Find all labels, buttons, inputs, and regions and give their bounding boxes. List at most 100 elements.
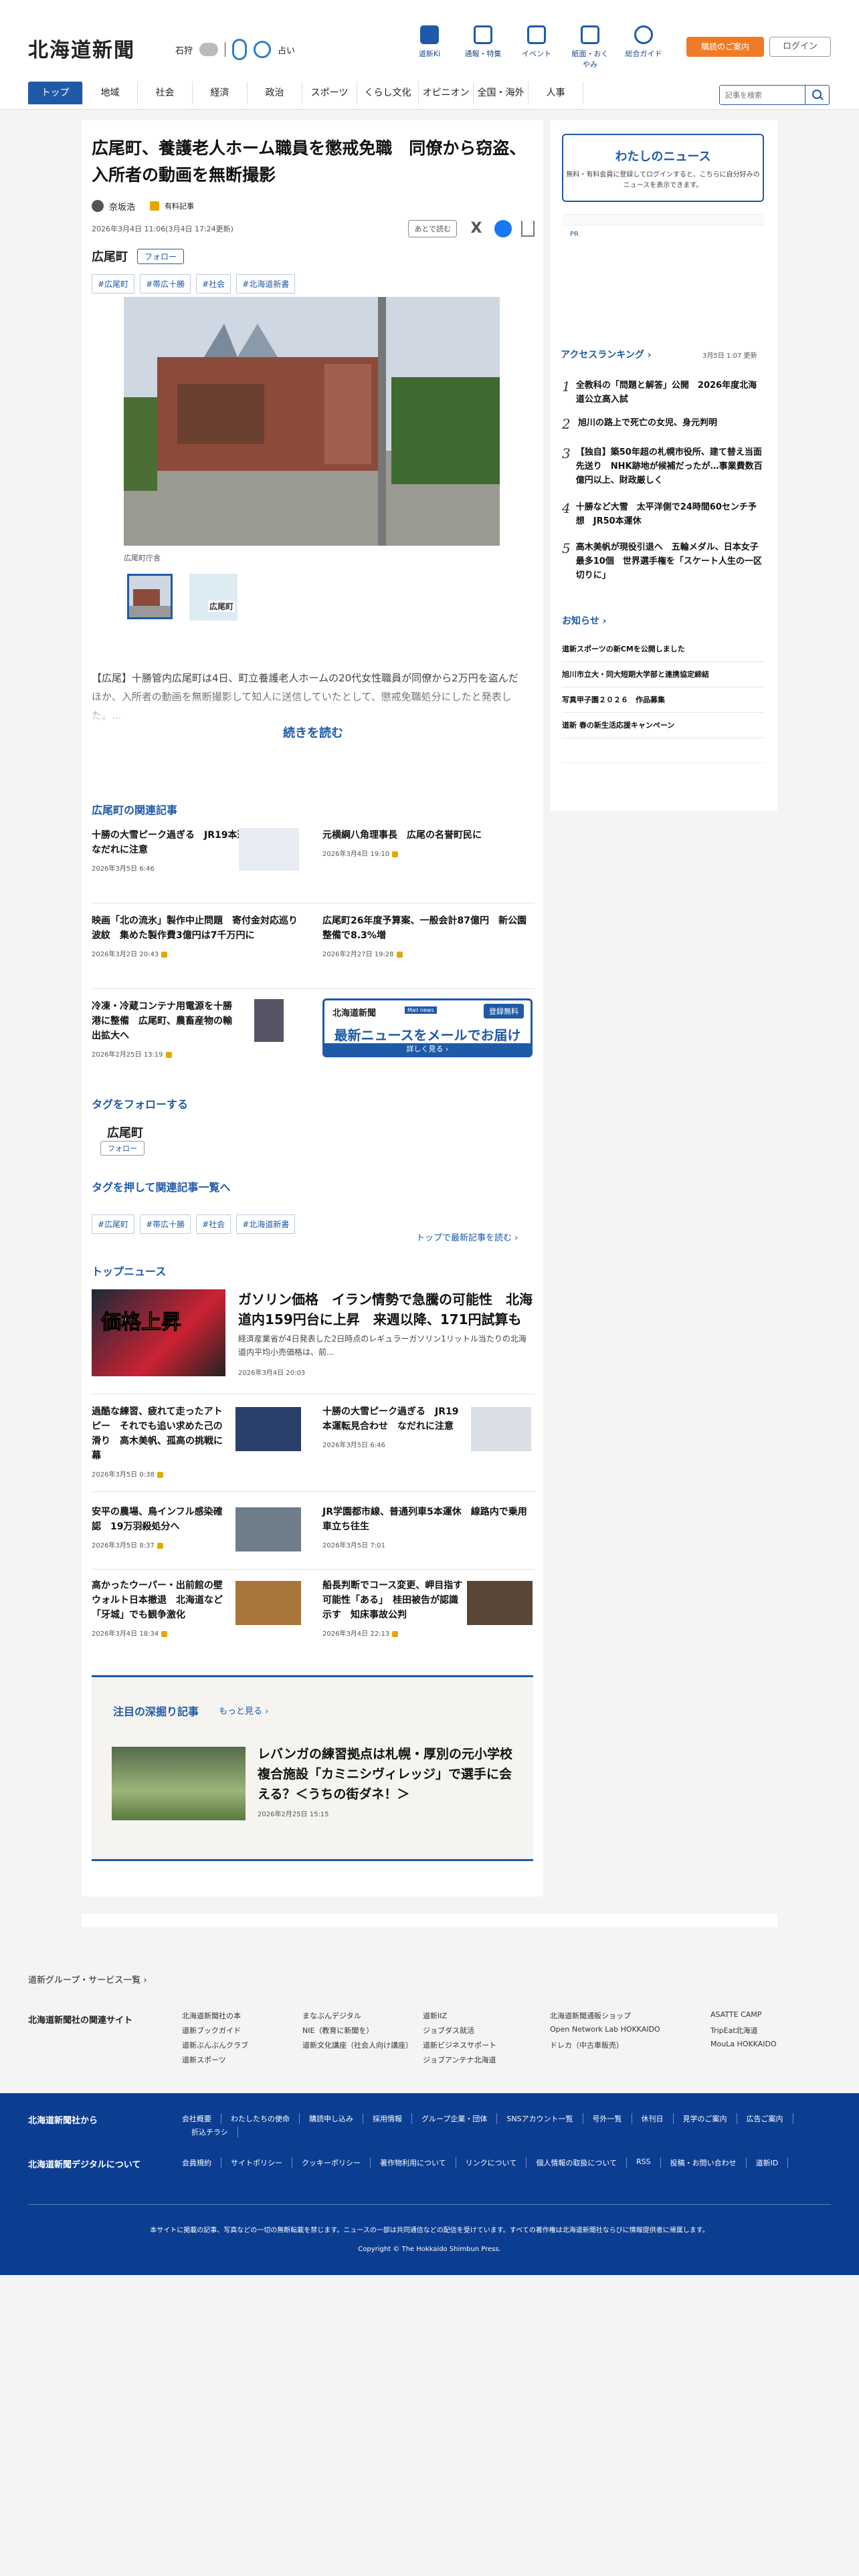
footer-link[interactable]: グループ企業・団体 <box>412 2113 498 2124</box>
nav-opinion[interactable]: オピニオン <box>419 82 474 104</box>
top-news-item[interactable]: JR学園都市線、普通列車5本運休 線路内で乗用車立ち往生 2026年3月5日 7:… <box>322 1505 530 1549</box>
tag-head-name[interactable]: 広尾町 <box>92 247 128 265</box>
nav-culture[interactable]: くらし文化 <box>357 82 419 104</box>
tag-chip[interactable]: #北海道新書 <box>236 274 296 294</box>
tag-chip[interactable]: #広尾町 <box>92 274 135 294</box>
tag-chip[interactable]: #帯広十勝 <box>140 274 191 294</box>
related-site-link[interactable]: ASATTE CAMP <box>710 2010 831 2021</box>
footer-link[interactable]: わたしたちの使命 <box>221 2113 300 2124</box>
footer-link[interactable]: RSS <box>627 2157 661 2168</box>
related-item[interactable]: 元横綱八角理事長 広尾の名誉町民に 2026年3月4日 19:10 <box>322 828 529 858</box>
read-more-button[interactable]: 続きを読む <box>92 724 535 741</box>
article-photo[interactable] <box>124 297 500 546</box>
footer-link[interactable]: サイトポリシー <box>221 2157 292 2168</box>
ranking-heading[interactable]: アクセスランキング › <box>561 348 652 361</box>
top-news-thumb[interactable] <box>471 1407 531 1451</box>
notice-item[interactable]: 旭川市立大・同大短期大学部と連携協定締結 <box>562 669 764 687</box>
related-site-link[interactable]: TripEat北海道 <box>710 2025 831 2036</box>
related-site-link[interactable]: まなぶんデジタル <box>302 2010 423 2021</box>
read-later-button[interactable]: あとで読む <box>408 220 457 237</box>
ranking-item[interactable]: 3 【独自】築50年超の札幌市役所、建て替え当面先送り NHK跡地が候補だったが…… <box>562 445 764 488</box>
top-news-thumb[interactable] <box>235 1407 301 1451</box>
related-site-link[interactable]: 道新文化講座（社会人向け講座） <box>302 2040 423 2050</box>
related-site-link[interactable]: 北海道新聞社の本 <box>182 2010 302 2021</box>
quick-link-paper[interactable]: 紙面・おくやみ <box>570 25 610 70</box>
footer-link[interactable]: 折込チラシ <box>182 2127 238 2137</box>
my-news-box[interactable]: わたしのニュース 無料・有料会員に登録してログインすると、こちらに自分好みのニュ… <box>562 134 764 202</box>
follow-tag-name[interactable]: 広尾町 <box>107 1123 143 1141</box>
x-share-icon[interactable]: X <box>468 220 485 237</box>
footer-link[interactable]: 個人情報の取扱について <box>527 2157 628 2168</box>
footer-link[interactable]: 休刊日 <box>632 2113 674 2124</box>
ranking-item[interactable]: 5 高木美帆が現役引退へ 五輪メダル、日本女子最多10個 世界選手権を「スケート人… <box>562 540 764 582</box>
deep-dive-image[interactable] <box>112 1747 246 1820</box>
nav-region[interactable]: 地域 <box>83 82 138 104</box>
related-site-link[interactable]: MouLa HOKKAIDO <box>710 2040 831 2050</box>
related-item[interactable]: 映画「北の流氷」製作中止問題 寄付金対応巡り波紋 集めた製作費3億円は7千万円に… <box>92 914 298 958</box>
nav-top[interactable]: トップ <box>28 82 83 104</box>
footer-link[interactable]: 採用情報 <box>363 2113 412 2124</box>
top-news-item[interactable]: 高かったウーパー・出前館の壁 ウォルト日本撤退 北海道など「牙城」でも観争激化 2… <box>92 1578 232 1638</box>
related-site-link[interactable]: 道新スポーツ <box>182 2054 302 2065</box>
quick-link-guide[interactable]: 総合ガイド <box>624 25 664 70</box>
search-icon[interactable] <box>805 86 829 104</box>
photo-thumbnail-1[interactable] <box>127 574 173 619</box>
notice-item[interactable]: 写真甲子園２０２６ 作品募集 <box>562 694 764 713</box>
group-services-link[interactable]: 道新グループ・サービス一覧 › <box>28 1973 147 1985</box>
related-item[interactable]: 冷凍・冷蔵コンテナ用電源を十勝港に整備 広尾町、農畜産物の輸出拡大へ 2026年2… <box>92 999 239 1059</box>
related-site-link[interactable]: ドレカ（中古車販売） <box>550 2040 710 2050</box>
follow-button[interactable]: フォロー <box>137 248 185 264</box>
tag-chip[interactable]: #北海道新書 <box>236 1214 296 1234</box>
search-input[interactable] <box>720 86 800 104</box>
related-site-link[interactable]: ジョブダス就活 <box>423 2025 550 2036</box>
tag-chip[interactable]: #帯広十勝 <box>140 1214 191 1234</box>
nav-personnel[interactable]: 人事 <box>529 82 583 104</box>
nav-sports[interactable]: スポーツ <box>302 82 357 104</box>
footer-link[interactable]: 広告ご案内 <box>737 2113 793 2124</box>
related-site-link[interactable]: Open Network Lab HOKKAIDO <box>550 2025 710 2036</box>
ranking-item[interactable]: 4 十勝など大雪 太平洋側で24時間60センチ予想 JR50本運休 <box>562 500 764 528</box>
deep-dive-title[interactable]: レバンガの練習拠点は札幌・厚別の元小学校 複合施設「カミニシヴィレッジ」で選手に… <box>258 1744 525 1804</box>
ranking-item[interactable]: 2 旭川の路上で死亡の女児、身元判明 <box>562 416 764 432</box>
top-feature-title[interactable]: ガソリン価格 イラン情勢で急騰の可能性 北海道内159円台に上昇 来週以降、17… <box>238 1289 533 1329</box>
top-news-item[interactable]: 過酷な練習、疲れて走ったアトピー それでも追い求めた己の滑り 高木美帆、孤高の挑… <box>92 1404 225 1479</box>
tag-chip[interactable]: #社会 <box>196 274 231 294</box>
top-news-item[interactable]: 船長判断でコース変更、岬目指す可能性「ある」 桂田被告が認識示す 知床事故公判 2… <box>322 1578 463 1638</box>
related-item[interactable]: 広尾町26年度予算案、一般会計87億円 新公園整備で8.3%増 2026年2月27… <box>322 914 529 958</box>
footer-link[interactable]: 購読申し込み <box>300 2113 363 2124</box>
footer-link[interactable]: リンクについて <box>456 2157 527 2168</box>
nav-politics[interactable]: 政治 <box>248 82 302 104</box>
footer-link[interactable]: 投稿・お問い合わせ <box>661 2157 747 2168</box>
notice-item[interactable]: 道新 春の新生活応援キャンペーン <box>562 720 764 738</box>
related-site-link[interactable] <box>302 2054 423 2065</box>
footer-link[interactable]: 見学のご案内 <box>674 2113 737 2124</box>
nav-national[interactable]: 全国・海外 <box>474 82 529 104</box>
related-site-link[interactable]: 道新ブックガイド <box>182 2025 302 2036</box>
related-site-link[interactable]: 北海道新聞通販ショップ <box>550 2010 710 2021</box>
ranking-item[interactable]: 1 全教科の「問題と解答」公開 2026年度北海道公立高入試 <box>562 379 764 407</box>
share-icon[interactable] <box>521 221 535 237</box>
top-feature-image[interactable]: 価格上昇 <box>92 1289 225 1376</box>
related-site-link[interactable]: NIE（教育に新聞を） <box>302 2025 423 2036</box>
facebook-share-icon[interactable] <box>494 220 512 237</box>
author-name[interactable]: 奈坂浩 <box>109 200 135 213</box>
site-logo[interactable]: 北海道新聞 <box>28 33 135 63</box>
nav-economy[interactable]: 経済 <box>193 82 248 104</box>
nav-society[interactable]: 社会 <box>138 82 193 104</box>
footer-link[interactable]: 著作物利用について <box>371 2157 456 2168</box>
mail-news-banner[interactable]: 北海道新聞 Mail news 登録無料 最新ニュースをメールでお届け 詳しく見… <box>322 998 533 1057</box>
footer-link[interactable]: SNSアカウント一覧 <box>497 2113 583 2124</box>
notice-heading[interactable]: お知らせ › <box>562 614 606 627</box>
footer-link[interactable]: 道新ID <box>747 2157 789 2168</box>
top-news-item[interactable]: 安平の農場、鳥インフル感染確認 19万羽殺処分へ 2026年3月5日 8:37 <box>92 1505 225 1549</box>
follow-tag-button[interactable]: フォロー <box>100 1141 145 1156</box>
top-news-thumb[interactable] <box>235 1581 301 1625</box>
related-site-link[interactable]: ジョブアンテナ北海道 <box>423 2054 550 2065</box>
pr-block[interactable]: PR <box>562 225 764 325</box>
top-news-thumb[interactable] <box>467 1581 533 1625</box>
related-site-link[interactable]: 道新IIZ <box>423 2010 550 2021</box>
related-thumb[interactable] <box>239 828 299 871</box>
related-thumb[interactable] <box>254 999 284 1042</box>
footer-link[interactable]: 会員規約 <box>182 2157 221 2168</box>
footer-link[interactable]: クッキーポリシー <box>292 2157 371 2168</box>
